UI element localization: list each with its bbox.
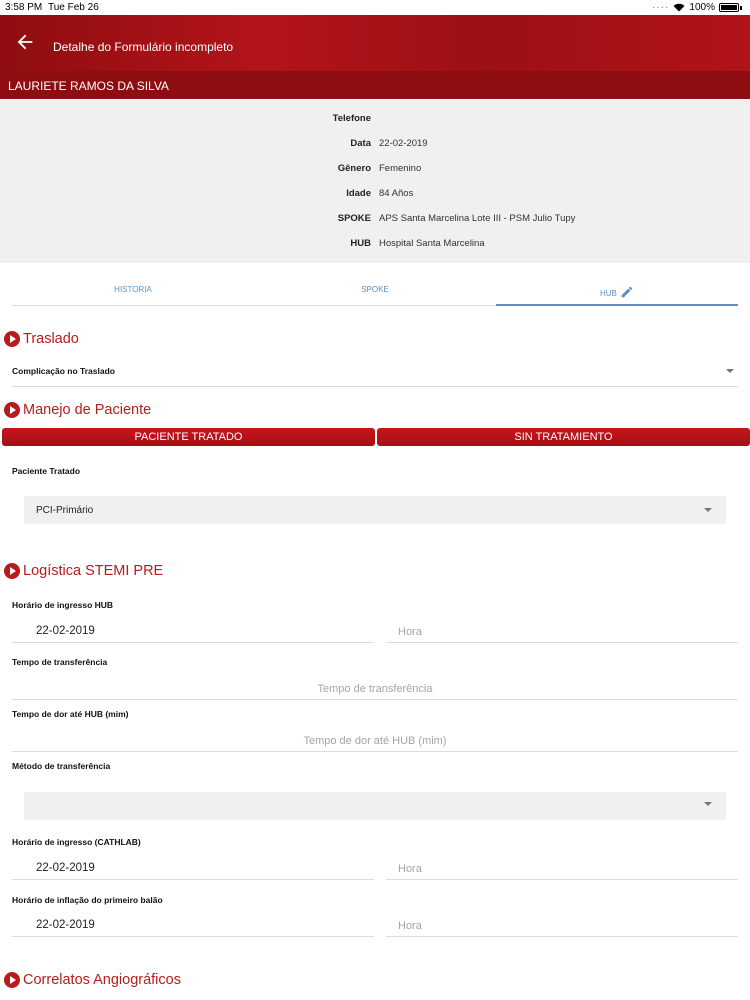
status-bar: 3:58 PM Tue Feb 26 ···· 100% [0,0,750,15]
treatment-buttons: PACIENTE TRATADO SIN TRATAMIENTO [2,428,750,446]
idade-label: Idade [346,188,371,199]
info-row-idade: Idade 84 Años [0,188,750,202]
genero-value: Femenino [379,163,422,174]
balao-date-value: 22-02-2019 [36,919,95,931]
tempo-transferencia-input[interactable]: Tempo de transferência [12,676,738,700]
data-label: Data [350,138,371,149]
tab-spoke[interactable]: SPOKE [254,276,496,306]
pencil-icon [621,286,633,298]
complicacao-select[interactable] [12,369,738,387]
ingresso-hub-label: Horário de ingresso HUB [12,600,114,610]
play-circle-icon [4,563,20,579]
section-traslado-header[interactable]: Traslado [4,329,79,349]
app-bar: Detalhe do Formulário incompleto [0,15,750,71]
paciente-tratado-button[interactable]: PACIENTE TRATADO [2,428,375,446]
metodo-transferencia-label: Método de transferência [12,761,111,771]
balao-label: Horário de inflação do primeiro balão [12,895,163,905]
paciente-tratado-value: PCI-Primário [36,505,94,516]
tab-historia[interactable]: HISTORIA [12,276,254,306]
patient-name: LAURIETE RAMOS DA SILVA [8,79,169,93]
section-traslado-title: Traslado [23,331,79,347]
section-correlatos-header[interactable]: Correlatos Angiográficos [4,970,181,990]
info-row-telefone: Telefone [0,113,750,127]
tempo-dor-label: Tempo de dor até HUB (mim) [12,709,129,719]
status-right: ···· 100% [652,2,742,13]
battery-icon [719,3,739,12]
cathlab-label: Horário de ingresso (CATHLAB) [12,837,141,847]
screen: 3:58 PM Tue Feb 26 ···· 100% Detalhe do … [0,0,750,1000]
tempo-dor-placeholder: Tempo de dor até HUB (mim) [303,735,447,747]
status-date: Tue Feb 26 [48,2,99,13]
chevron-down-icon [726,369,734,373]
metodo-transferencia-select[interactable] [24,792,726,820]
balao-time-placeholder: Hora [398,920,422,932]
idade-value: 84 Años [379,188,414,199]
ingresso-hub-date-input[interactable]: 22-02-2019 [12,619,374,643]
info-row-hub: HUB Hospital Santa Marcelina [0,238,750,252]
info-row-genero: Gênero Femenino [0,163,750,177]
play-circle-icon [4,402,20,418]
cathlab-date-input[interactable]: 22-02-2019 [12,856,374,880]
genero-label: Gênero [337,163,371,174]
info-row-data: Data 22-02-2019 [0,138,750,152]
battery-percent: 100% [689,2,715,13]
data-value: 22-02-2019 [379,138,428,149]
play-circle-icon [4,331,20,347]
tab-hub-label: HUB [599,289,617,298]
battery-cap [740,5,742,10]
info-row-spoke: SPOKE APS Santa Marcelina Lote III - PSM… [0,213,750,227]
paciente-tratado-select[interactable]: PCI-Primário [24,496,726,524]
balao-date-input[interactable]: 22-02-2019 [12,913,374,937]
page-title: Detalhe do Formulário incompleto [53,40,234,54]
paciente-tratado-label: Paciente Tratado [12,466,81,476]
hub-value: Hospital Santa Marcelina [379,238,485,249]
section-logistica-title: Logística STEMI PRE [23,563,164,579]
section-manejo-title: Manejo de Paciente [23,402,152,418]
patient-info-panel: Telefone Data 22-02-2019 Gênero Femenino… [0,99,750,263]
tab-bar: HISTORIA SPOKE HUB [12,276,738,306]
ingresso-hub-time-placeholder: Hora [398,626,422,638]
section-correlatos-title: Correlatos Angiográficos [23,972,181,988]
sin-tratamiento-button[interactable]: SIN TRATAMIENTO [377,428,750,446]
wifi-icon [673,3,685,12]
tempo-transferencia-placeholder: Tempo de transferência [317,683,433,695]
telefone-label: Telefone [332,113,371,124]
tab-historia-label: HISTORIA [114,285,152,294]
cathlab-time-placeholder: Hora [398,863,422,875]
hub-label: HUB [350,238,371,249]
ingresso-hub-time-input[interactable]: Hora [386,619,738,643]
patient-name-bar: LAURIETE RAMOS DA SILVA [0,71,750,99]
arrow-left-icon[interactable] [14,31,36,53]
tempo-transferencia-label: Tempo de transferência [12,657,108,667]
signal-icon: ···· [652,2,670,13]
section-logistica-header[interactable]: Logística STEMI PRE [4,561,163,581]
chevron-down-icon [704,802,712,806]
section-manejo-header[interactable]: Manejo de Paciente [4,400,151,420]
tab-hub[interactable]: HUB [496,276,738,306]
spoke-value: APS Santa Marcelina Lote III - PSM Julio… [379,213,576,224]
cathlab-time-input[interactable]: Hora [386,856,738,880]
cathlab-date-value: 22-02-2019 [36,862,95,874]
tab-spoke-label: SPOKE [361,285,389,294]
status-time: 3:58 PM [5,2,43,13]
spoke-label: SPOKE [337,213,371,224]
ingresso-hub-date-value: 22-02-2019 [36,625,95,637]
play-circle-icon [4,972,20,988]
chevron-down-icon [704,508,712,512]
balao-time-input[interactable]: Hora [386,913,738,937]
tempo-dor-input[interactable]: Tempo de dor até HUB (mim) [12,728,738,752]
